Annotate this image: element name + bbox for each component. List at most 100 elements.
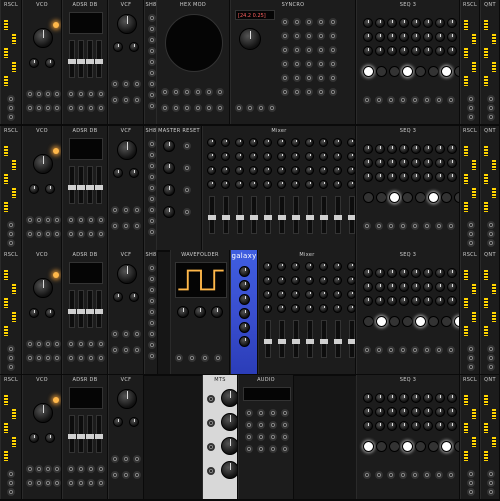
jack[interactable] — [26, 479, 34, 487]
res-knob[interactable] — [113, 168, 123, 178]
jack[interactable] — [317, 88, 325, 96]
mix-knob[interactable] — [249, 166, 258, 175]
step-knob[interactable] — [423, 158, 433, 168]
mix-knob[interactable] — [333, 152, 342, 161]
jack[interactable] — [305, 46, 313, 54]
step-knob[interactable] — [375, 282, 385, 292]
step-button[interactable] — [363, 316, 374, 327]
jack[interactable] — [122, 222, 130, 230]
mix-knob[interactable] — [347, 152, 355, 161]
jack[interactable] — [375, 471, 383, 479]
jack[interactable] — [26, 354, 34, 362]
jack[interactable] — [35, 216, 43, 224]
mix-knob[interactable] — [291, 276, 300, 285]
jack[interactable] — [487, 354, 495, 362]
jack[interactable] — [97, 340, 105, 348]
mix-knob[interactable] — [263, 166, 272, 175]
jack[interactable] — [411, 471, 419, 479]
jack[interactable] — [148, 102, 156, 110]
jack[interactable] — [77, 465, 85, 473]
jack[interactable] — [97, 90, 105, 98]
step-knob[interactable] — [447, 172, 457, 182]
jack[interactable] — [97, 465, 105, 473]
jack[interactable] — [53, 479, 61, 487]
step-knob[interactable] — [387, 282, 397, 292]
mix-knob[interactable] — [221, 180, 230, 189]
mix-knob[interactable] — [263, 276, 272, 285]
mix-knob[interactable] — [319, 180, 328, 189]
mix-knob[interactable] — [207, 138, 216, 147]
jack[interactable] — [269, 409, 277, 417]
step-button[interactable] — [363, 66, 374, 77]
mix-knob[interactable] — [333, 262, 342, 271]
mix-knob[interactable] — [347, 262, 355, 271]
step-button[interactable] — [441, 441, 452, 452]
fader[interactable] — [334, 196, 342, 234]
mix-knob[interactable] — [277, 152, 286, 161]
jack[interactable] — [35, 354, 43, 362]
jack[interactable] — [305, 18, 313, 26]
jack[interactable] — [161, 104, 169, 112]
jack[interactable] — [26, 230, 34, 238]
jack[interactable] — [487, 95, 495, 103]
jack[interactable] — [487, 345, 495, 353]
mix-knob[interactable] — [333, 138, 342, 147]
step-knob[interactable] — [447, 158, 457, 168]
jack[interactable] — [293, 32, 301, 40]
step-knob[interactable] — [375, 32, 385, 42]
jack[interactable] — [293, 46, 301, 54]
step-knob[interactable] — [411, 18, 421, 28]
jack[interactable] — [35, 90, 43, 98]
mix-knob[interactable] — [263, 262, 272, 271]
jack[interactable] — [148, 308, 156, 316]
jack[interactable] — [111, 80, 119, 88]
jack[interactable] — [133, 330, 141, 338]
jack[interactable] — [435, 471, 443, 479]
step-knob[interactable] — [399, 282, 409, 292]
step-knob[interactable] — [423, 393, 433, 403]
step-knob[interactable] — [399, 32, 409, 42]
step-knob[interactable] — [387, 158, 397, 168]
tempo-knob[interactable] — [239, 28, 261, 50]
mix-knob[interactable] — [207, 166, 216, 175]
mix-knob[interactable] — [291, 138, 300, 147]
jack[interactable] — [268, 104, 276, 112]
step-knob[interactable] — [375, 393, 385, 403]
mix-knob[interactable] — [333, 290, 342, 299]
jack[interactable] — [487, 479, 495, 487]
step-knob[interactable] — [435, 421, 445, 431]
jack[interactable] — [35, 479, 43, 487]
jack[interactable] — [122, 346, 130, 354]
mix-knob[interactable] — [277, 290, 286, 299]
jack[interactable] — [172, 104, 180, 112]
clock-knob[interactable] — [163, 206, 175, 218]
res-knob[interactable] — [113, 42, 123, 52]
jack[interactable] — [111, 330, 119, 338]
mix-knob[interactable] — [347, 304, 355, 313]
mts-knob[interactable] — [221, 413, 237, 431]
jack[interactable] — [305, 60, 313, 68]
jack[interactable] — [363, 222, 371, 230]
jack[interactable] — [399, 96, 407, 104]
jack[interactable] — [7, 363, 15, 371]
step-knob[interactable] — [411, 144, 421, 154]
jack[interactable] — [122, 206, 130, 214]
fader[interactable] — [306, 320, 314, 358]
step-knob[interactable] — [423, 144, 433, 154]
cutoff-knob[interactable] — [117, 14, 137, 34]
step-knob[interactable] — [363, 144, 373, 154]
jack[interactable] — [257, 445, 265, 453]
jack[interactable] — [245, 445, 253, 453]
jack[interactable] — [467, 363, 475, 371]
mts-knob[interactable] — [221, 461, 237, 479]
jack[interactable] — [148, 275, 156, 283]
mix-knob[interactable] — [277, 276, 286, 285]
jack[interactable] — [53, 90, 61, 98]
jack[interactable] — [411, 96, 419, 104]
step-button[interactable] — [402, 66, 413, 77]
mix-knob[interactable] — [221, 152, 230, 161]
step-knob[interactable] — [423, 32, 433, 42]
jack[interactable] — [207, 419, 215, 427]
jack[interactable] — [26, 340, 34, 348]
fader[interactable] — [208, 196, 216, 234]
